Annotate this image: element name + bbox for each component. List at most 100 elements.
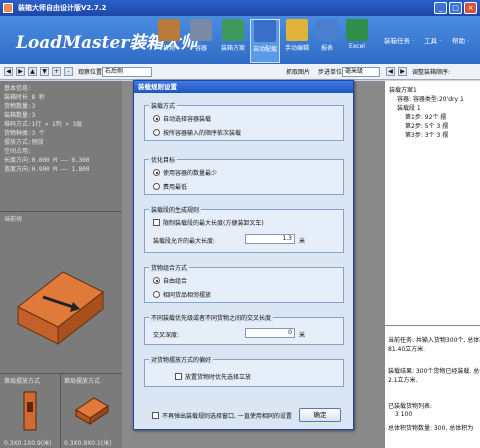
tool-btn-3[interactable]: ▲ [28,67,37,76]
dialog-title: 装载规则设置 [134,81,353,93]
dont-show-again-checkbox[interactable]: 不再弹出装载规则选择窗口, 一直使用相同的设置 [152,411,292,420]
tree-node-step[interactable]: 第2步: 5个 3 摆 [405,121,448,130]
radio-icon[interactable] [153,183,160,190]
plan-icon [222,19,244,41]
tool-report[interactable]: 报表 [312,19,342,52]
step-unit-select[interactable]: 毫米级 [342,67,380,77]
tool-cargo-label: 货物 [162,45,175,52]
pattern2-caption: 第局摆放方式 [64,378,101,385]
combo-option-free[interactable]: 自由组合 [153,276,187,285]
pattern1-box-icon [23,391,37,431]
tool-container-label: 容器 [194,45,207,52]
radio-icon[interactable] [153,277,160,284]
tool-plan[interactable]: 装箱方案 [218,19,248,52]
plan-tree-panel: 装载方案1 容器: 容器类型:20'dry 1 装载段 1 第1步: 92个 摆… [384,81,480,448]
overlap-depth-input[interactable]: 0 [245,328,295,338]
result-line: 3 100 [395,411,413,418]
load-mode-group: 装载方式 自动选择容器装载 按所容器输入的顺序依次装载 [144,101,344,141]
close-button[interactable]: × [464,2,477,14]
menu-task[interactable]: 装箱任务 · [384,35,414,45]
tool-cargo[interactable]: 货物 [154,19,184,52]
option-label: 使用容器的数量最少 [163,170,218,177]
segment-rule-group: 装载段的生成规则 限制装载段的最大长度(方便装卸叉车) 装载段允许的最大长度: … [144,205,344,253]
load-mode-option-auto[interactable]: 自动选择容器装载 [153,114,211,123]
checkbox-icon[interactable] [153,219,160,226]
pattern1-dims: 0.3X0.1X0.9(米) [4,440,52,447]
segment-rule-label: 装载段的生成规则 [149,205,202,214]
container-icon [190,19,212,41]
option-label: 费用最低 [163,184,188,191]
info-line: 长度方向:0.000 M —— 0.300 [4,157,90,164]
order-prev-button[interactable]: ◀ [386,67,395,76]
tool-excel-label: Excel [349,43,365,50]
optimize-group: 优化目标 使用容器的数量最少 费用最低 [144,155,344,195]
max-length-input[interactable]: 1.3 [245,234,295,244]
tree-node-plan[interactable]: 装载方案1 [389,85,417,94]
preference-label: 对货物摆放方式的偏好 [149,355,214,364]
info-line: 货物数量:3 [4,103,36,110]
tool-auto-load-label: 自动配载 [252,46,277,53]
pattern1-caption: 第局摆放方式 [4,378,41,385]
tree-node-step[interactable]: 第3步: 3个 3 摆 [405,130,448,139]
menu-help[interactable]: 帮助 · [452,35,469,45]
tool-btn-4[interactable]: ▼ [40,67,49,76]
radio-icon[interactable] [153,169,160,176]
combo-option-adjacent[interactable]: 相同货品相邻摆放 [153,290,211,299]
result-line: 当前任务: 共输入货物300个, 总体积为 [388,337,480,344]
result-line: 81.40立方米. [388,346,426,353]
window-title: 装箱大师自由设计版V2.7.2 [18,4,107,12]
box-icon [158,19,180,41]
load-mode-label: 装载方式 [149,101,178,110]
minimize-button[interactable]: _ [434,2,447,14]
pattern2-dims: 0.3X0.9X0.1(米) [64,440,112,447]
maximize-button[interactable]: □ [449,2,462,14]
ok-button[interactable]: 确定 [299,408,341,422]
order-next-button[interactable]: ▶ [398,67,407,76]
tool-btn-6[interactable]: - [64,67,73,76]
radio-icon[interactable] [153,291,160,298]
tool-report-label: 报表 [320,45,333,52]
limit-length-checkbox[interactable]: 限制装载段的最大长度(方便装卸叉车) [153,218,264,227]
radio-icon[interactable] [153,115,160,122]
current-block-caption: 当前块 [4,216,23,223]
result-line: 装载结果: 300个货物已经装载. 总体积为 [388,368,480,375]
tree-node-segment[interactable]: 装载段 1 [397,103,421,112]
radio-icon[interactable] [153,129,160,136]
tool-auto-load[interactable]: 自动配载 [250,19,280,63]
view-position-select[interactable]: 右后侧 [102,67,152,77]
overlap-depth-label: 交叉深度: [153,332,180,339]
pattern2-box-icon [75,397,109,425]
auto-load-icon [254,20,276,42]
capture-image-button[interactable]: 抓取图片 [286,67,310,76]
checkbox-icon[interactable] [175,373,182,380]
tool-container[interactable]: 容器 [186,19,216,52]
current-block-panel: 当前块 [0,211,122,373]
tool-plan-label: 装箱方案 [220,45,245,52]
prefer-upright-checkbox[interactable]: 放置货物时优先选择立放 [175,372,251,381]
checkbox-icon[interactable] [152,412,159,419]
max-length-unit: 米 [299,238,306,245]
info-panel: 基本信息: 装箱时长 8 秒 货物数量:3 装箱数量:3 堆码方式:1行 × 1… [0,81,122,211]
info-line: 堆码方式:1行 × 1列 × 3层 [4,121,83,128]
tree-node-container[interactable]: 容器: 容器类型:20'dry 1 [397,94,464,103]
pattern-panel: 第局摆放方式 第局摆放方式 0.3X0.1X0.9(米) 0.3X0.9X0.1… [0,373,122,448]
optimize-option-cost[interactable]: 费用最低 [153,182,187,191]
menu-tools[interactable]: 工具 · [424,35,441,45]
view-position-label: 观察位置 [78,69,103,76]
tree-node-step[interactable]: 第1步: 92个 摆 [405,112,446,121]
tool-btn-5[interactable]: + [52,67,61,76]
tool-excel[interactable]: Excel [342,19,372,50]
cargo-combo-label: 货物组合方式 [149,263,190,272]
optimize-label: 优化目标 [149,155,178,164]
info-line: 空间占用: [4,148,32,155]
tool-btn-1[interactable]: ◀ [4,67,13,76]
result-line: 2.1立方米. [388,377,418,384]
tool-hand-edit[interactable]: 手动编辑 [282,19,312,52]
tool-btn-2[interactable]: ▶ [16,67,25,76]
option-label: 自由组合 [163,278,188,285]
optimize-option-fewest[interactable]: 使用容器的数量最少 [153,168,217,177]
load-mode-option-order[interactable]: 按所容器输入的顺序依次装载 [153,128,241,137]
panel-divider [385,325,480,326]
app-icon [3,3,13,13]
info-line: 宽度方向:0.900 M —— 1.800 [4,166,90,173]
